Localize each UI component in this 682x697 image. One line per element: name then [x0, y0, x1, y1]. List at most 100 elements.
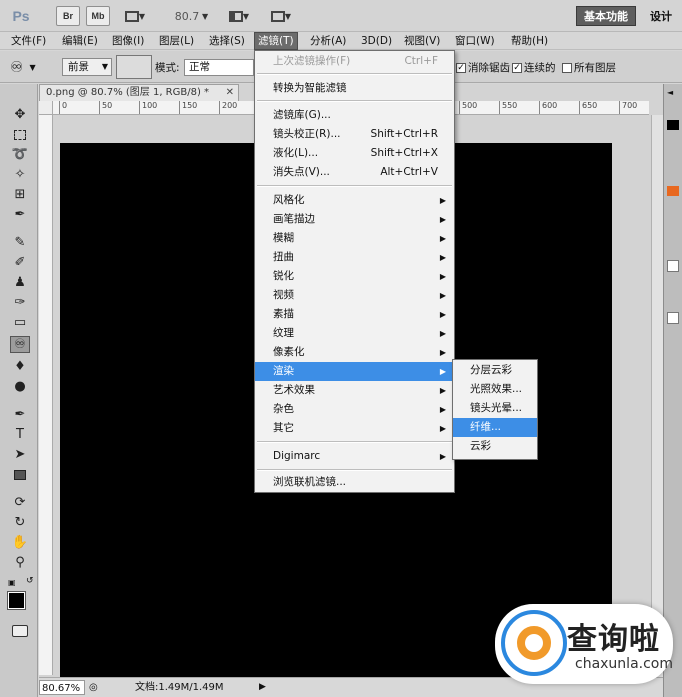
- reset-colors-icon[interactable]: ▣: [8, 578, 16, 587]
- menu-3d[interactable]: 3D(D): [358, 32, 395, 50]
- menu-item-digimarc[interactable]: Digimarc ▶: [255, 447, 454, 466]
- menu-item-noise[interactable]: 杂色 ▶: [255, 400, 454, 419]
- pattern-picker[interactable]: [116, 55, 152, 79]
- fill-source-select[interactable]: 前景 ▼: [62, 58, 112, 76]
- swap-colors-icon[interactable]: ↺: [26, 576, 34, 586]
- 3d-orbit-tool-icon[interactable]: ↻: [10, 514, 30, 531]
- mode-label: 模式:: [155, 62, 180, 74]
- menu-image[interactable]: 图像(I): [109, 32, 147, 50]
- menu-item-browse-online-filters[interactable]: 浏览联机滤镜...: [255, 473, 454, 492]
- vertical-ruler[interactable]: [39, 115, 53, 675]
- menu-help[interactable]: 帮助(H): [508, 32, 551, 50]
- panel-collapse-icon[interactable]: ◄: [667, 88, 673, 97]
- hand-tool-icon[interactable]: ✋: [10, 534, 30, 551]
- quick-mask-icon[interactable]: [12, 625, 28, 637]
- menu-item-artistic[interactable]: 艺术效果 ▶: [255, 381, 454, 400]
- menu-separator: [257, 441, 452, 443]
- contiguous-option[interactable]: ✓ 连续的: [512, 60, 556, 75]
- menu-edit[interactable]: 编辑(E): [59, 32, 101, 50]
- all-layers-checkbox[interactable]: [562, 62, 572, 73]
- shape-tool-icon[interactable]: [10, 466, 30, 483]
- mini-bridge-button[interactable]: Mb: [86, 6, 110, 26]
- document-tab[interactable]: 0.png @ 80.7% (图层 1, RGB/8) * ✕: [39, 84, 239, 101]
- menu-layer[interactable]: 图层(L): [156, 32, 197, 50]
- blur-tool-icon[interactable]: ♦: [10, 358, 30, 375]
- dodge-tool-icon[interactable]: ●: [10, 378, 30, 395]
- menu-item-filter-gallery[interactable]: 滤镜库(G)...: [255, 106, 454, 125]
- close-icon[interactable]: ✕: [226, 85, 234, 101]
- menu-view[interactable]: 视图(V): [401, 32, 443, 50]
- submenu-item-difference-clouds[interactable]: 分层云彩: [453, 361, 537, 380]
- menu-item-video[interactable]: 视频 ▶: [255, 286, 454, 305]
- type-tool-icon[interactable]: T: [10, 426, 30, 443]
- lasso-tool-icon[interactable]: ➰: [10, 146, 30, 163]
- menu-select[interactable]: 选择(S): [206, 32, 248, 50]
- menu-item-liquify[interactable]: 液化(L)... Shift+Ctrl+X: [255, 144, 454, 163]
- submenu-item-lighting-effects[interactable]: 光照效果...: [453, 380, 537, 399]
- menu-item-texture[interactable]: 纹理 ▶: [255, 324, 454, 343]
- path-selection-tool-icon[interactable]: ➤: [10, 446, 30, 463]
- foreground-color-swatch[interactable]: [7, 591, 26, 610]
- eyedropper-tool-icon[interactable]: ✒: [10, 206, 30, 223]
- healing-brush-tool-icon[interactable]: ✎: [10, 234, 30, 251]
- menu-item-label: 模糊: [273, 232, 294, 244]
- screen-mode-button[interactable]: ▼: [266, 6, 296, 26]
- panel-icon[interactable]: [667, 312, 679, 324]
- ruler-origin[interactable]: [39, 101, 53, 115]
- quick-selection-tool-icon[interactable]: ✧: [10, 166, 30, 183]
- clone-stamp-tool-icon[interactable]: ♟: [10, 274, 30, 291]
- menu-item-other[interactable]: 其它 ▶: [255, 419, 454, 438]
- menu-item-convert-smart-filter[interactable]: 转换为智能滤镜: [255, 79, 454, 98]
- submenu-item-clouds[interactable]: 云彩: [453, 437, 537, 456]
- menu-filter[interactable]: 滤镜(T): [254, 32, 298, 50]
- workspace-essentials-button[interactable]: 基本功能: [576, 6, 636, 26]
- view-extras-button[interactable]: ▼: [120, 6, 150, 26]
- history-brush-tool-icon[interactable]: ✑: [10, 294, 30, 311]
- contiguous-checkbox[interactable]: ✓: [512, 62, 522, 73]
- menu-window[interactable]: 窗口(W): [452, 32, 498, 50]
- tool-preset-picker[interactable]: ♾ ▼: [10, 57, 50, 77]
- status-menu-arrow-icon[interactable]: ▶: [259, 680, 266, 695]
- menu-item-lens-correction[interactable]: 镜头校正(R)... Shift+Ctrl+R: [255, 125, 454, 144]
- menu-file[interactable]: 文件(F): [8, 32, 49, 50]
- eraser-tool-icon[interactable]: ▭: [10, 314, 30, 331]
- panel-icon[interactable]: [667, 260, 679, 272]
- status-info-icon[interactable]: ◎: [89, 680, 98, 695]
- pen-tool-icon[interactable]: ✒: [10, 406, 30, 423]
- 3d-rotate-tool-icon[interactable]: ⟳: [10, 494, 30, 511]
- menu-item-label: 杂色: [273, 403, 294, 415]
- workspace-design-button[interactable]: 设计: [644, 6, 678, 26]
- chevron-down-icon: ▼: [242, 11, 250, 21]
- status-zoom[interactable]: 80.67%: [39, 680, 85, 695]
- vertical-scrollbar[interactable]: [651, 115, 663, 677]
- menu-analysis[interactable]: 分析(A): [307, 32, 349, 50]
- menu-item-sketch[interactable]: 素描 ▶: [255, 305, 454, 324]
- menu-item-distort[interactable]: 扭曲 ▶: [255, 248, 454, 267]
- move-tool-icon[interactable]: ✥: [10, 106, 30, 123]
- all-layers-option[interactable]: 所有图层: [562, 60, 616, 75]
- bridge-button[interactable]: Br: [56, 6, 80, 26]
- chevron-down-icon[interactable]: ▼: [202, 6, 208, 26]
- antialias-checkbox[interactable]: ✓: [456, 62, 466, 73]
- panel-icon[interactable]: [667, 186, 679, 196]
- submenu-item-fibers[interactable]: 纤维...: [453, 418, 537, 437]
- paint-bucket-tool-icon[interactable]: ♾: [10, 336, 30, 353]
- crop-tool-icon[interactable]: ⊞: [10, 186, 30, 203]
- menu-item-vanishing-point[interactable]: 消失点(V)... Alt+Ctrl+V: [255, 163, 454, 182]
- submenu-item-lens-flare[interactable]: 镜头光晕...: [453, 399, 537, 418]
- brush-tool-icon[interactable]: ✐: [10, 254, 30, 271]
- blend-mode-select[interactable]: 正常: [184, 59, 254, 76]
- marquee-tool-icon[interactable]: [10, 126, 30, 143]
- menu-item-brush-strokes[interactable]: 画笔描边 ▶: [255, 210, 454, 229]
- menu-item-blur[interactable]: 模糊 ▶: [255, 229, 454, 248]
- arrange-documents-button[interactable]: ▼: [224, 6, 254, 26]
- menu-item-render[interactable]: 渲染 ▶: [255, 362, 454, 381]
- panel-icon[interactable]: [667, 120, 679, 130]
- menu-item-pixelate[interactable]: 像素化 ▶: [255, 343, 454, 362]
- zoom-tool-icon[interactable]: ⚲: [10, 554, 30, 571]
- menu-item-label: 像素化: [273, 346, 305, 358]
- antialias-option[interactable]: ✓ 消除锯齿: [456, 60, 510, 75]
- menu-item-sharpen[interactable]: 锐化 ▶: [255, 267, 454, 286]
- menu-item-stylize[interactable]: 风格化 ▶: [255, 191, 454, 210]
- zoom-level[interactable]: 80.7: [172, 6, 202, 26]
